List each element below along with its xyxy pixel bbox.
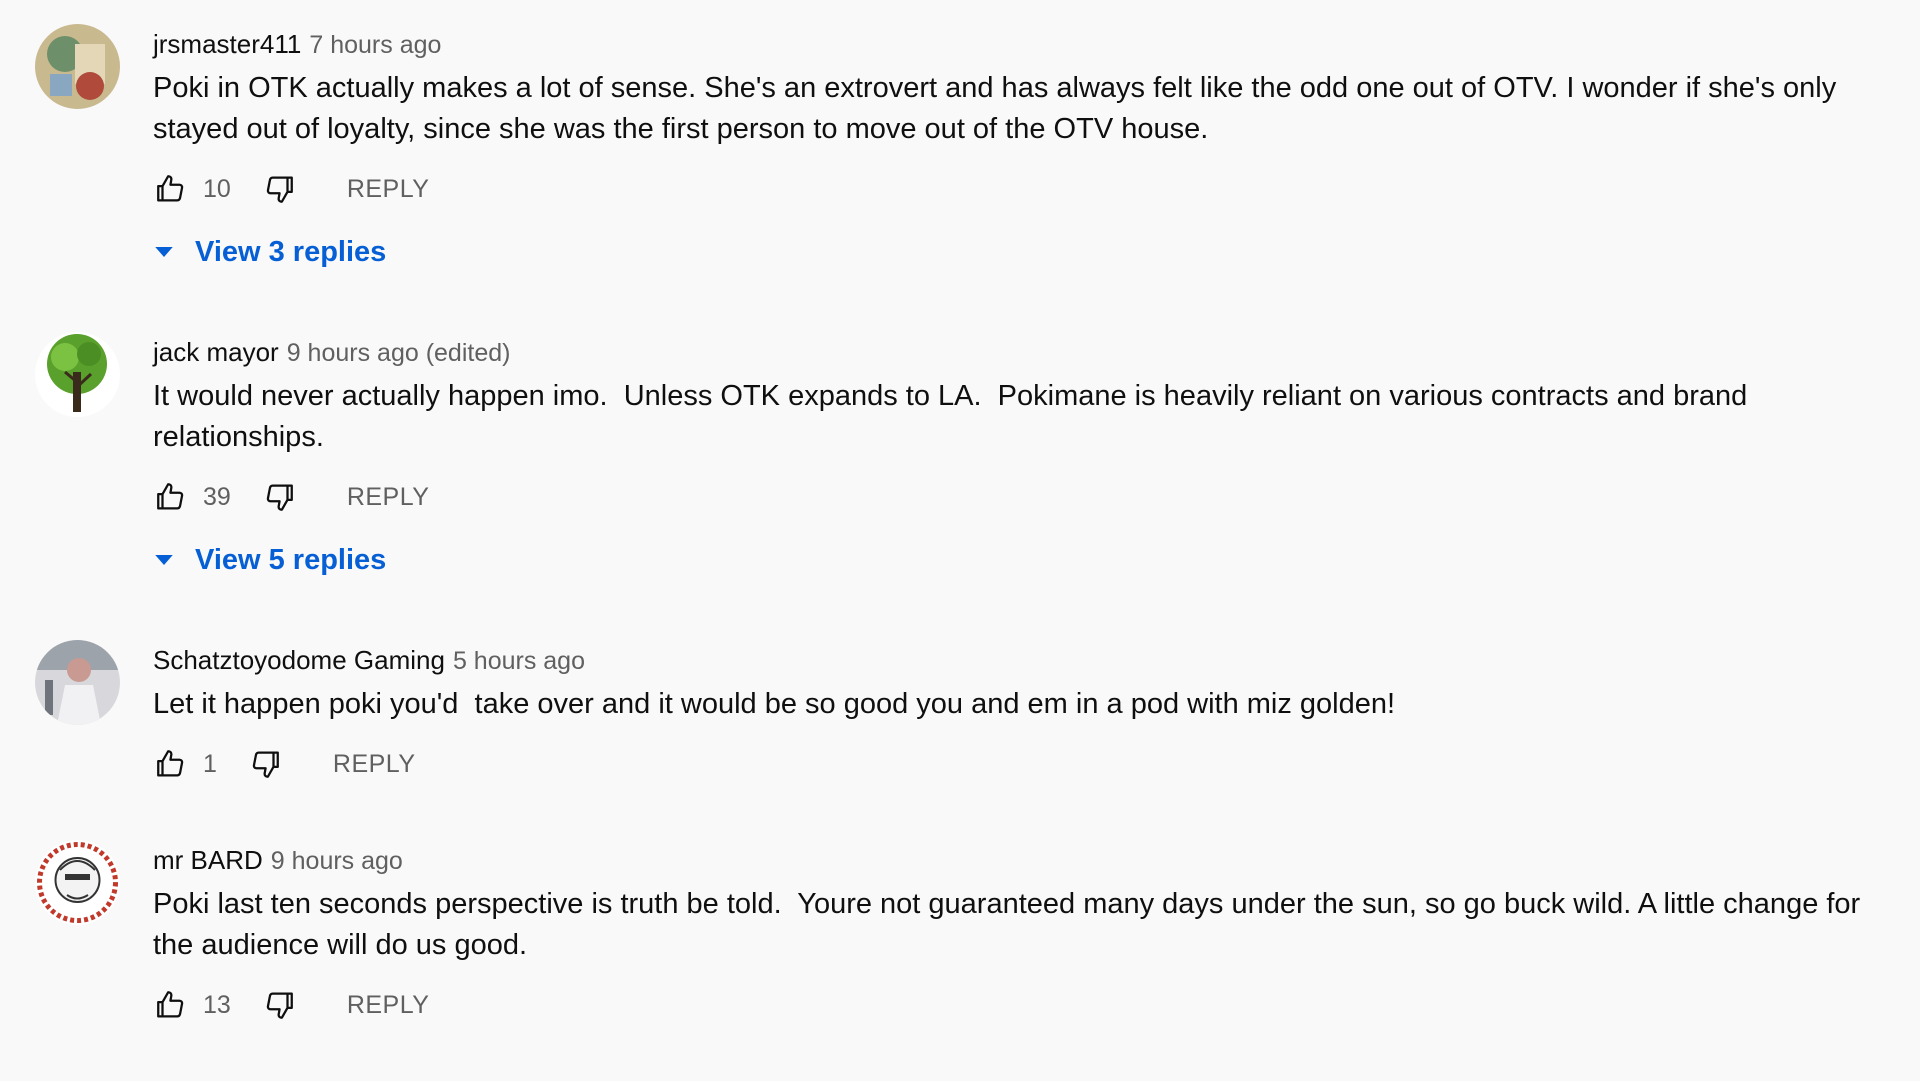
comment-text: It would never actually happen imo. Unle… bbox=[153, 380, 1756, 453]
comment-text: Poki in OTK actually makes a lot of sens… bbox=[153, 72, 1845, 145]
thumbs-down-icon[interactable] bbox=[247, 746, 283, 782]
comment-time[interactable]: 7 hours ago bbox=[309, 31, 441, 59]
like-count: 10 bbox=[203, 174, 231, 203]
comment-time[interactable]: 9 hours ago (edited) bbox=[287, 339, 511, 367]
thumbs-down-icon[interactable] bbox=[261, 171, 297, 207]
thumbs-down-icon[interactable] bbox=[261, 987, 297, 1023]
reply-button[interactable]: REPLY bbox=[347, 991, 430, 1020]
thumbs-up-icon[interactable] bbox=[153, 987, 189, 1023]
comment-time[interactable]: 9 hours ago bbox=[271, 847, 403, 875]
like-count: 13 bbox=[203, 990, 231, 1019]
comment-actions: 13 REPLY bbox=[153, 984, 1890, 1026]
reply-button[interactable]: REPLY bbox=[347, 175, 430, 204]
view-replies-button[interactable]: View 3 replies bbox=[149, 228, 1890, 276]
comment-actions: 1 REPLY bbox=[153, 743, 1890, 785]
thumbs-down-icon[interactable] bbox=[261, 479, 297, 515]
comment-header: Schatztoyodome Gaming 5 hours ago bbox=[153, 640, 1890, 680]
author-name[interactable]: jack mayor bbox=[153, 337, 279, 367]
comment-header: jack mayor 9 hours ago (edited) bbox=[153, 332, 1890, 372]
comment-actions: 39 REPLY bbox=[153, 476, 1890, 518]
reply-button[interactable]: REPLY bbox=[333, 750, 416, 779]
thumbs-up-icon[interactable] bbox=[153, 171, 189, 207]
avatar[interactable] bbox=[35, 24, 120, 109]
thumbs-up-icon[interactable] bbox=[153, 746, 189, 782]
view-replies-label: View 5 replies bbox=[195, 543, 387, 576]
comment-text: Poki last ten seconds perspective is tru… bbox=[153, 888, 1869, 961]
comment-header: mr BARD 9 hours ago bbox=[153, 840, 1890, 880]
author-name[interactable]: jrsmaster411 bbox=[153, 29, 301, 59]
avatar[interactable] bbox=[35, 640, 120, 725]
author-name[interactable]: Schatztoyodome Gaming bbox=[153, 645, 445, 675]
reply-button[interactable]: REPLY bbox=[347, 483, 430, 512]
avatar[interactable] bbox=[35, 840, 120, 925]
caret-down-icon bbox=[155, 247, 173, 257]
like-count: 39 bbox=[203, 482, 231, 511]
thumbs-up-icon[interactable] bbox=[153, 479, 189, 515]
like-count: 1 bbox=[203, 749, 217, 778]
comment-actions: 10 REPLY bbox=[153, 168, 1890, 210]
view-replies-label: View 3 replies bbox=[195, 235, 387, 268]
view-replies-button[interactable]: View 5 replies bbox=[149, 536, 1890, 584]
author-name[interactable]: mr BARD bbox=[153, 845, 263, 875]
comment-header: jrsmaster411 7 hours ago bbox=[153, 24, 1890, 64]
comment-time[interactable]: 5 hours ago bbox=[453, 647, 585, 675]
avatar[interactable] bbox=[35, 332, 120, 417]
comment-text: Let it happen poki you'd take over and i… bbox=[153, 688, 1396, 720]
caret-down-icon bbox=[155, 555, 173, 565]
